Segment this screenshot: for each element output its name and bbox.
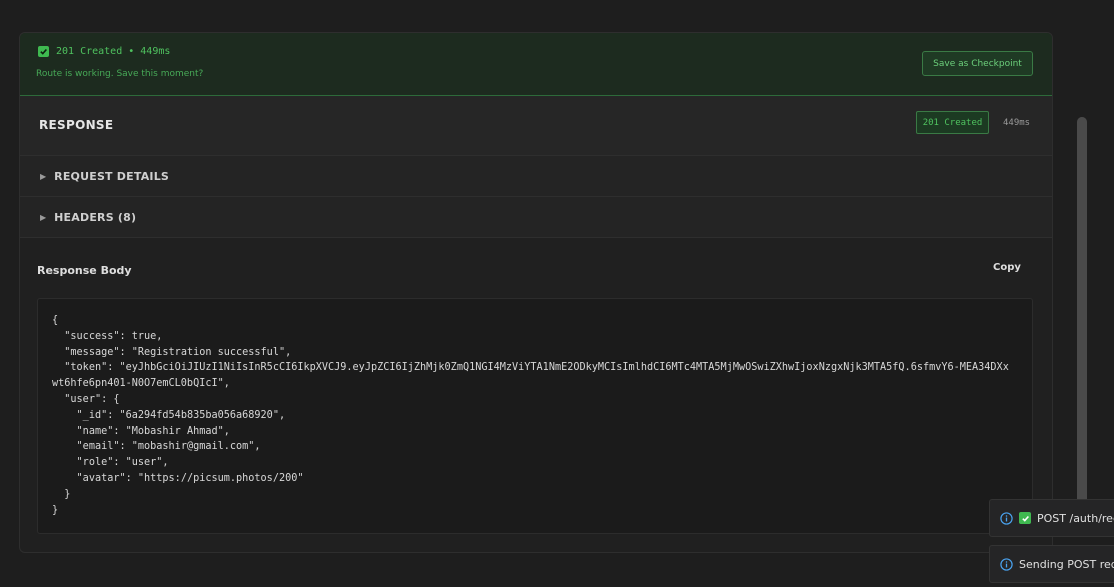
caret-right-icon: ▶ bbox=[40, 171, 47, 181]
banner-status: 201 Created • 449ms bbox=[38, 46, 170, 57]
headers-toggle[interactable]: ▶ HEADERS (8) bbox=[20, 197, 1052, 238]
copy-button[interactable]: Copy bbox=[993, 262, 1021, 273]
toast-text: POST /auth/reg bbox=[1037, 511, 1114, 525]
response-json: { "success": true, "message": "Registrat… bbox=[52, 315, 1009, 516]
response-panel: 201 Created • 449ms Route is working. Sa… bbox=[19, 32, 1053, 553]
response-title: RESPONSE bbox=[39, 118, 114, 132]
banner-hint: Route is working. Save this moment? bbox=[36, 69, 204, 79]
toast-text: Sending POST requ bbox=[1019, 557, 1114, 571]
success-banner: 201 Created • 449ms Route is working. Sa… bbox=[20, 33, 1052, 96]
toast-request-success[interactable]: POST /auth/reg bbox=[989, 499, 1114, 537]
toast-sending-request[interactable]: Sending POST requ bbox=[989, 545, 1114, 583]
request-details-label: REQUEST DETAILS bbox=[54, 169, 170, 183]
request-details-toggle[interactable]: ▶ REQUEST DETAILS bbox=[20, 156, 1052, 197]
status-badge: 201 Created bbox=[916, 111, 989, 134]
scrollbar[interactable] bbox=[1077, 117, 1087, 522]
info-icon bbox=[1000, 557, 1013, 571]
headers-label: HEADERS (8) bbox=[54, 210, 137, 224]
banner-status-text: 201 Created • 449ms bbox=[56, 46, 171, 57]
check-icon bbox=[38, 46, 49, 57]
caret-right-icon: ▶ bbox=[40, 212, 47, 222]
response-header: RESPONSE 201 Created 449ms bbox=[20, 96, 1052, 156]
scrollbar-thumb[interactable] bbox=[1077, 117, 1087, 522]
response-body-viewer[interactable]: { "success": true, "message": "Registrat… bbox=[37, 298, 1033, 534]
response-time: 449ms bbox=[1003, 118, 1031, 128]
info-icon bbox=[1000, 511, 1013, 525]
response-body-label: Response Body bbox=[37, 264, 132, 277]
check-icon bbox=[1019, 512, 1031, 524]
save-checkpoint-button[interactable]: Save as Checkpoint bbox=[922, 51, 1033, 76]
